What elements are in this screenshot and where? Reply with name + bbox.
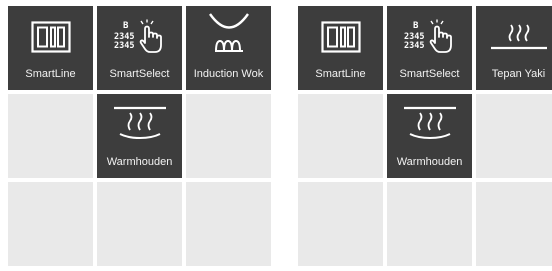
tile-label: SmartSelect	[109, 68, 170, 80]
tile-label: SmartLine	[25, 68, 76, 80]
empty-tile	[387, 182, 472, 266]
empty-tile	[97, 182, 182, 266]
svg-text:B: B	[123, 21, 129, 31]
tile-smartselect[interactable]: B 2345 2345 SmartSelect	[97, 6, 182, 90]
empty-tile	[298, 182, 383, 266]
smartselect-icon: B 2345 2345	[387, 10, 472, 64]
left-panel: SmartLine B 2345 2345 SmartSelect Induct…	[8, 6, 271, 266]
tile-tepan-yaki[interactable]: Tepan Yaki	[476, 6, 552, 90]
tile-label: Tepan Yaki	[491, 68, 546, 80]
svg-text:B: B	[413, 21, 419, 31]
tile-smartselect[interactable]: B 2345 2345 SmartSelect	[387, 6, 472, 90]
warmhouden-icon	[97, 98, 182, 152]
tile-warmhouden[interactable]: Warmhouden	[387, 94, 472, 178]
tepan-yaki-icon	[476, 10, 552, 64]
smartline-icon	[8, 10, 93, 64]
empty-tile	[186, 182, 271, 266]
empty-tile	[8, 182, 93, 266]
svg-text:2345: 2345	[114, 41, 134, 51]
svg-text:2345: 2345	[404, 41, 424, 51]
tile-label: Warmhouden	[396, 156, 463, 168]
empty-tile	[186, 94, 271, 178]
right-panel: SmartLine B 2345 2345 SmartSelect Tepan …	[298, 6, 552, 266]
smartline-icon	[298, 10, 383, 64]
empty-tile	[298, 94, 383, 178]
tile-label: Warmhouden	[106, 156, 173, 168]
induction-wok-icon	[186, 6, 271, 60]
empty-tile	[476, 94, 552, 178]
tile-smartline[interactable]: SmartLine	[298, 6, 383, 90]
tile-induction-wok[interactable]: Induction Wok	[186, 6, 271, 90]
empty-tile	[476, 182, 552, 266]
tile-label: SmartSelect	[399, 68, 460, 80]
tile-smartline[interactable]: SmartLine	[8, 6, 93, 90]
tile-label: Induction Wok	[193, 68, 264, 80]
empty-tile	[8, 94, 93, 178]
smartselect-icon: B 2345 2345	[97, 10, 182, 64]
warmhouden-icon	[387, 98, 472, 152]
tile-warmhouden[interactable]: Warmhouden	[97, 94, 182, 178]
tile-label: SmartLine	[315, 68, 366, 80]
